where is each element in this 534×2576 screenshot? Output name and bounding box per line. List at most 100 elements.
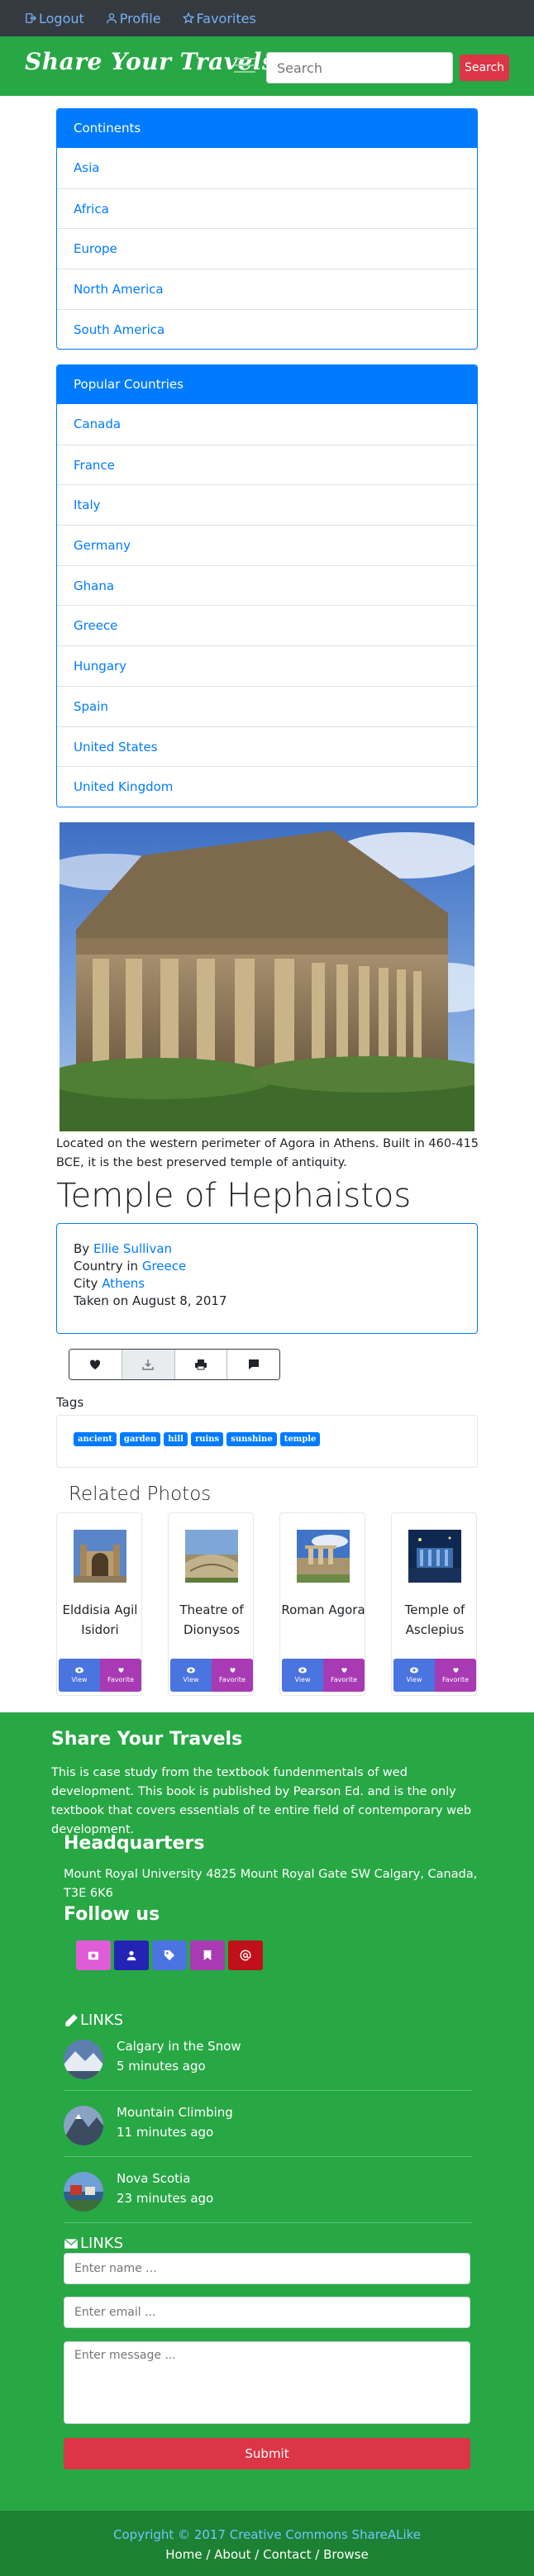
at-button[interactable] — [228, 1940, 263, 1970]
bookmark-icon — [203, 1950, 212, 1961]
print-button[interactable] — [174, 1350, 228, 1379]
favorite-button[interactable]: Favorite — [435, 1659, 476, 1692]
message-field[interactable] — [64, 2341, 470, 2424]
country-link[interactable]: Greece — [142, 1259, 186, 1274]
search-button[interactable]: Search — [460, 55, 509, 81]
email-field[interactable] — [64, 2297, 470, 2328]
tag-badge[interactable]: ancient — [74, 1432, 117, 1446]
link-title: Nova Scotia — [117, 2171, 191, 2186]
favorite-button[interactable]: Favorite — [100, 1659, 141, 1692]
user-button[interactable] — [114, 1940, 149, 1970]
continent-item[interactable]: North America — [57, 269, 477, 309]
countries-list: Popular Countries Canada France Italy Ge… — [56, 364, 478, 807]
photo-title: Temple of Hephaistos — [56, 1177, 412, 1215]
related-photo-name: Roman Agora — [281, 1602, 365, 1617]
favorite-button[interactable]: Favorite — [323, 1659, 365, 1692]
home-link[interactable]: Home — [165, 2547, 202, 2562]
tag-button[interactable] — [152, 1940, 187, 1970]
submit-button[interactable]: Submit — [64, 2438, 470, 2469]
footer-description: This is case study from the textbook fun… — [51, 1766, 472, 1836]
favorite-button[interactable] — [69, 1350, 122, 1379]
name-field[interactable] — [64, 2253, 470, 2284]
continents-header: Continents — [57, 109, 477, 148]
link-item[interactable]: Nova Scotia 23 minutes ago — [64, 2167, 472, 2223]
tag-badge[interactable]: ruins — [190, 1432, 224, 1446]
download-icon — [142, 1359, 154, 1370]
photo-caption: Located on the western perimeter of Agor… — [56, 1137, 479, 1169]
favorite-button[interactable]: Favorite — [212, 1659, 253, 1692]
tag-badge[interactable]: hill — [164, 1432, 188, 1446]
link-item[interactable]: Mountain Climbing 11 minutes ago — [64, 2101, 472, 2157]
heart-icon — [341, 1668, 347, 1673]
profile-link[interactable]: Profile — [106, 11, 161, 26]
country-item[interactable]: Germany — [57, 525, 477, 565]
view-button[interactable]: View — [393, 1659, 435, 1692]
city-label: City — [74, 1276, 98, 1291]
about-link[interactable]: About — [214, 2547, 250, 2562]
menu-toggle-icon[interactable] — [231, 53, 259, 78]
related-thumbnail[interactable] — [408, 1530, 461, 1583]
comment-icon — [248, 1359, 259, 1369]
download-button[interactable] — [122, 1350, 175, 1379]
continent-item[interactable]: Africa — [57, 188, 477, 229]
country-item[interactable]: Hungary — [57, 645, 477, 686]
related-photo-name: Elddisia Agil Isidori — [62, 1602, 138, 1637]
photo-action-group — [69, 1349, 280, 1380]
country-item[interactable]: Italy — [57, 484, 477, 525]
contact-link[interactable]: Contact — [263, 2547, 311, 2562]
view-button[interactable]: View — [282, 1659, 323, 1692]
country-item[interactable]: Spain — [57, 685, 477, 726]
view-button[interactable]: View — [59, 1659, 100, 1692]
related-actions: View Favorite — [282, 1659, 365, 1692]
comment-button[interactable] — [227, 1350, 279, 1379]
country-item[interactable]: United Kingdom — [57, 766, 477, 807]
user-icon — [106, 13, 117, 24]
country-item[interactable]: United States — [57, 726, 477, 767]
favorite-label: Favorite — [442, 1676, 469, 1683]
city-link[interactable]: Athens — [102, 1276, 145, 1291]
author-row: By Ellie Sullivan — [74, 1240, 460, 1258]
country-item[interactable]: Ghana — [57, 564, 477, 606]
instagram-button[interactable] — [76, 1940, 111, 1970]
view-label: View — [406, 1676, 422, 1683]
tag-badge[interactable]: garden — [119, 1432, 161, 1446]
search-input[interactable] — [266, 52, 453, 83]
country-item[interactable]: Canada — [57, 404, 477, 445]
bookmark-button[interactable] — [190, 1940, 225, 1970]
link-item[interactable]: Calgary in the Snow 5 minutes ago — [64, 2035, 472, 2091]
continent-item[interactable]: Europe — [57, 228, 477, 269]
envelope-icon — [64, 2238, 79, 2249]
tag-badge[interactable]: temple — [279, 1432, 321, 1446]
link-thumbnail — [64, 2172, 103, 2212]
author-link[interactable]: Ellie Sullivan — [93, 1241, 172, 1256]
links-heading-1: LINKS — [64, 2012, 123, 2029]
print-icon — [194, 1359, 207, 1370]
favorites-link[interactable]: Favorites — [182, 11, 256, 26]
country-row: Country in Greece — [74, 1258, 460, 1275]
heart-icon — [229, 1668, 236, 1673]
headquarters-address: Mount Royal University 4825 Mount Royal … — [64, 1868, 478, 1900]
link-text: Calgary in the Snow 5 minutes ago — [117, 2036, 241, 2076]
link-time: 11 minutes ago — [117, 2125, 214, 2140]
logout-link[interactable]: Logout — [25, 11, 84, 26]
eye-icon — [75, 1667, 83, 1674]
tag-badge[interactable]: sunshine — [226, 1432, 277, 1446]
footer-title: Share Your Travels — [51, 1729, 243, 1750]
country-item[interactable]: France — [57, 444, 477, 485]
related-thumbnail[interactable] — [297, 1530, 350, 1583]
continent-item[interactable]: Asia — [57, 148, 477, 188]
related-thumbnail[interactable] — [74, 1530, 126, 1583]
related-thumbnail[interactable] — [185, 1530, 238, 1583]
continent-item[interactable]: South America — [57, 308, 477, 350]
tag-icon — [164, 1950, 175, 1961]
country-item[interactable]: Greece — [57, 605, 477, 645]
links-heading-2: LINKS — [64, 2235, 123, 2252]
link-thumbnail — [64, 2040, 103, 2079]
favorite-label: Favorite — [219, 1676, 246, 1683]
browse-link[interactable]: Browse — [323, 2547, 369, 2562]
eye-icon — [410, 1667, 418, 1674]
view-label: View — [294, 1676, 311, 1683]
view-button[interactable]: View — [170, 1659, 212, 1692]
related-photo-card: Temple of Asclepius View Favorite — [391, 1512, 477, 1696]
taken-date: Taken on August 8, 2017 — [74, 1293, 227, 1308]
